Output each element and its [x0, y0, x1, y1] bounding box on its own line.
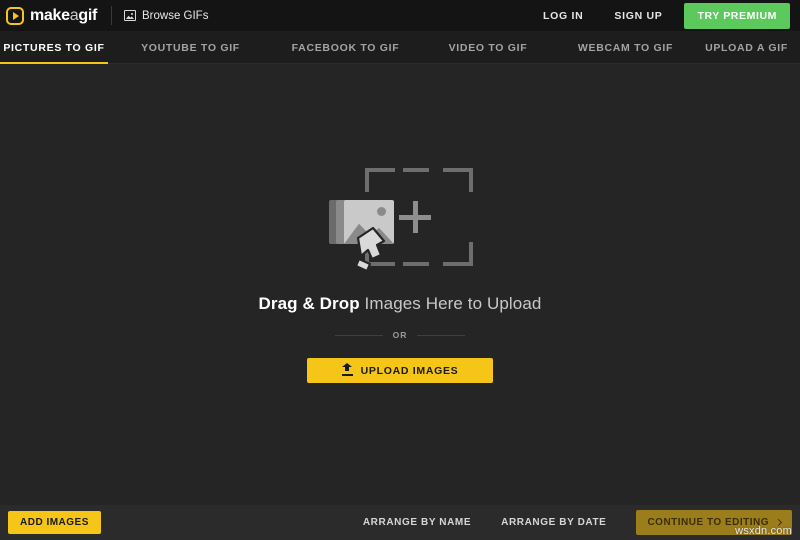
tab-youtube-to-gif[interactable]: YOUTUBE TO GIF: [108, 31, 273, 64]
upload-dropzone[interactable]: Drag & Drop Images Here to Upload OR UPL…: [0, 64, 800, 505]
tab-upload-a-gif[interactable]: UPLOAD A GIF: [693, 31, 800, 64]
image-stack-add-icon: [327, 168, 473, 278]
upload-images-label: UPLOAD IMAGES: [360, 364, 459, 377]
or-divider: OR: [334, 330, 466, 340]
chevron-right-icon: [774, 518, 783, 526]
continue-to-editing-label: CONTINUE TO EDITING: [647, 517, 769, 528]
browse-gifs-link[interactable]: Browse GIFs: [124, 10, 208, 22]
site-logo[interactable]: makeagif: [6, 6, 97, 25]
logo-suffix: gif: [78, 6, 97, 24]
hand-cursor-icon: [353, 226, 389, 274]
logo-wordmark: makeagif: [30, 6, 97, 24]
top-header-bar: makeagif Browse GIFs LOG IN SIGN UP TRY …: [0, 0, 800, 31]
arrange-by-date-button[interactable]: ARRANGE BY DATE: [501, 517, 606, 528]
signup-link[interactable]: SIGN UP: [614, 10, 662, 22]
image-icon: [124, 10, 136, 21]
main-tab-bar: PICTURES TO GIF YOUTUBE TO GIF FACEBOOK …: [0, 31, 800, 64]
dropzone-title-rest: Images Here to Upload: [359, 294, 542, 313]
bottom-action-bar: ADD IMAGES ARRANGE BY NAME ARRANGE BY DA…: [0, 505, 800, 540]
or-line-right: [417, 334, 466, 336]
header-divider: [111, 6, 112, 25]
arrange-by-name-button[interactable]: ARRANGE BY NAME: [363, 517, 471, 528]
try-premium-button[interactable]: TRY PREMIUM: [684, 2, 790, 29]
browse-gifs-label: Browse GIFs: [142, 9, 209, 22]
continue-to-editing-button[interactable]: CONTINUE TO EDITING: [636, 510, 792, 535]
tab-video-to-gif[interactable]: VIDEO TO GIF: [418, 31, 558, 64]
play-logo-icon: [6, 6, 24, 25]
dropzone-title: Drag & Drop Images Here to Upload: [259, 294, 542, 314]
logo-prefix: make: [30, 6, 70, 24]
upload-images-button[interactable]: UPLOAD IMAGES: [307, 358, 493, 383]
add-images-button[interactable]: ADD IMAGES: [8, 511, 101, 534]
upload-icon: [341, 362, 353, 376]
tab-webcam-to-gif[interactable]: WEBCAM TO GIF: [558, 31, 693, 64]
tab-facebook-to-gif[interactable]: FACEBOOK TO GIF: [273, 31, 418, 64]
app-root: makeagif Browse GIFs LOG IN SIGN UP TRY …: [0, 0, 800, 540]
tab-pictures-to-gif[interactable]: PICTURES TO GIF: [0, 31, 108, 64]
or-line-left: [334, 334, 383, 336]
dropzone-title-bold: Drag & Drop: [258, 294, 360, 313]
or-label: OR: [392, 330, 408, 340]
login-link[interactable]: LOG IN: [543, 10, 583, 22]
